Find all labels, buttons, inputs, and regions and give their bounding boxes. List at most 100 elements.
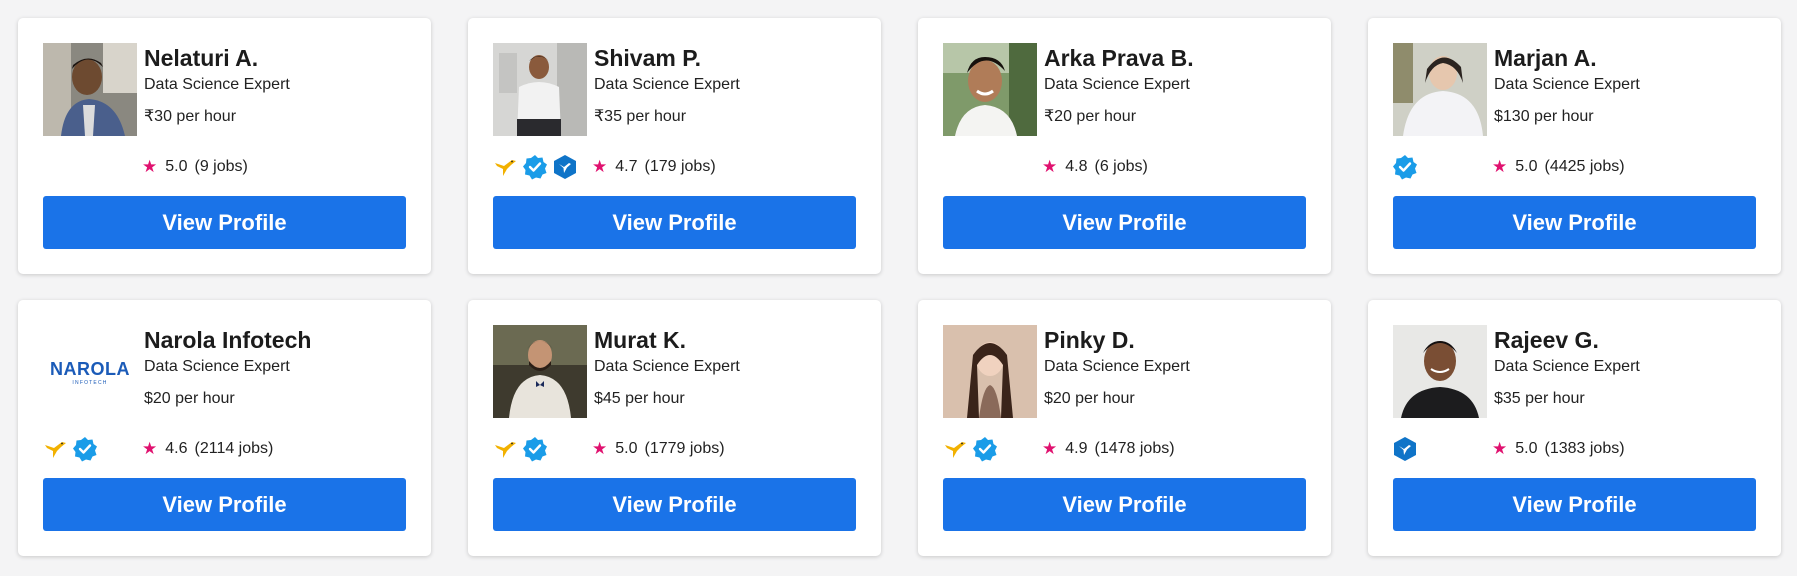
hummingbird-icon [492, 154, 518, 180]
hourly-rate: $35 per hour [1494, 390, 1585, 407]
preferred-shield-icon [552, 154, 578, 180]
avatar[interactable] [943, 325, 1037, 418]
freelancer-title: Data Science Expert [594, 76, 740, 93]
badge-row [1392, 154, 1418, 180]
freelancer-card: Arka Prava B. Data Science Expert ₹20 pe… [918, 18, 1331, 274]
company-logo[interactable]: NAROLA INFOTECH [43, 325, 137, 418]
hourly-rate: ₹35 per hour [594, 108, 687, 125]
view-profile-button[interactable]: View Profile [43, 478, 406, 531]
view-profile-button[interactable]: View Profile [493, 196, 856, 249]
view-profile-button[interactable]: View Profile [943, 196, 1306, 249]
job-count: (1779 jobs) [644, 440, 725, 457]
avatar[interactable] [1393, 43, 1487, 136]
star-icon: ★ [142, 439, 158, 458]
rating-value: 4.8 [1065, 158, 1088, 175]
rating: ★ 5.0 (4425 jobs) [1492, 156, 1625, 178]
card-info: Shivam P. Data Science Expert ₹35 per ho… [594, 43, 740, 127]
verified-icon [972, 436, 998, 462]
star-icon: ★ [592, 439, 608, 458]
logo-wordmark: NAROLA [50, 359, 130, 379]
freelancer-name[interactable]: Nelaturi A. [144, 43, 290, 73]
verified-icon [522, 436, 548, 462]
card-info: Nelaturi A. Data Science Expert ₹30 per … [144, 43, 290, 127]
hourly-rate: $130 per hour [1494, 108, 1594, 125]
hummingbird-icon [42, 436, 68, 462]
rating: ★ 4.8 (6 jobs) [1042, 156, 1148, 178]
job-count: (2114 jobs) [194, 440, 274, 457]
badge-row [942, 436, 998, 462]
freelancer-name[interactable]: Rajeev G. [1494, 325, 1640, 355]
badge-row [492, 436, 548, 462]
rating: ★ 4.9 (1478 jobs) [1042, 438, 1175, 460]
freelancer-title: Data Science Expert [144, 358, 290, 375]
rating: ★ 5.0 (1779 jobs) [592, 438, 725, 460]
freelancer-card: Nelaturi A. Data Science Expert ₹30 per … [18, 18, 431, 274]
freelancer-title: Data Science Expert [1044, 76, 1190, 93]
view-profile-button[interactable]: View Profile [943, 478, 1306, 531]
avatar[interactable] [493, 43, 587, 136]
card-info: Rajeev G. Data Science Expert $35 per ho… [1494, 325, 1640, 409]
rating-value: 4.7 [615, 158, 638, 175]
rating: ★ 4.7 (179 jobs) [592, 156, 716, 178]
hourly-rate: ₹20 per hour [1044, 108, 1137, 125]
badge-row [42, 436, 98, 462]
card-info: Narola Infotech Data Science Expert $20 … [144, 325, 311, 409]
hourly-rate: $45 per hour [594, 390, 685, 407]
view-profile-button[interactable]: View Profile [1393, 478, 1756, 531]
avatar[interactable] [943, 43, 1037, 136]
freelancer-name[interactable]: Arka Prava B. [1044, 43, 1194, 73]
view-profile-button[interactable]: View Profile [493, 478, 856, 531]
freelancer-card: NAROLA INFOTECH Narola Infotech Data Sci… [18, 300, 431, 556]
freelancer-title: Data Science Expert [1494, 76, 1640, 93]
view-profile-button[interactable]: View Profile [43, 196, 406, 249]
verified-icon [522, 154, 548, 180]
freelancer-title: Data Science Expert [594, 358, 740, 375]
card-info: Arka Prava B. Data Science Expert ₹20 pe… [1044, 43, 1194, 127]
freelancer-name[interactable]: Marjan A. [1494, 43, 1640, 73]
hourly-rate: ₹30 per hour [144, 108, 237, 125]
freelancer-name[interactable]: Pinky D. [1044, 325, 1190, 355]
freelancer-name[interactable]: Murat K. [594, 325, 740, 355]
star-icon: ★ [1492, 157, 1508, 176]
rating-value: 4.6 [165, 440, 188, 457]
job-count: (1383 jobs) [1544, 440, 1625, 457]
logo-subtext: INFOTECH [72, 380, 107, 386]
job-count: (179 jobs) [644, 158, 716, 175]
freelancer-name[interactable]: Narola Infotech [144, 325, 311, 355]
verified-icon [72, 436, 98, 462]
freelancer-card: Shivam P. Data Science Expert ₹35 per ho… [468, 18, 881, 274]
star-icon: ★ [592, 157, 608, 176]
freelancer-title: Data Science Expert [144, 76, 290, 93]
job-count: (6 jobs) [1094, 158, 1148, 175]
job-count: (9 jobs) [194, 158, 248, 175]
rating: ★ 4.6 (2114 jobs) [142, 438, 273, 460]
preferred-shield-icon [1392, 436, 1418, 462]
rating-value: 5.0 [165, 158, 188, 175]
avatar[interactable] [493, 325, 587, 418]
job-count: (1478 jobs) [1094, 440, 1175, 457]
card-info: Murat K. Data Science Expert $45 per hou… [594, 325, 740, 409]
view-profile-button[interactable]: View Profile [1393, 196, 1756, 249]
freelancer-title: Data Science Expert [1494, 358, 1640, 375]
verified-icon [1392, 154, 1418, 180]
avatar[interactable] [43, 43, 137, 136]
hummingbird-icon [942, 436, 968, 462]
hourly-rate: $20 per hour [144, 390, 235, 407]
freelancer-card: Rajeev G. Data Science Expert $35 per ho… [1368, 300, 1781, 556]
freelancer-card: Pinky D. Data Science Expert $20 per hou… [918, 300, 1331, 556]
rating-value: 5.0 [1515, 440, 1538, 457]
avatar[interactable] [1393, 325, 1487, 418]
card-info: Marjan A. Data Science Expert $130 per h… [1494, 43, 1640, 127]
rating: ★ 5.0 (1383 jobs) [1492, 438, 1625, 460]
card-info: Pinky D. Data Science Expert $20 per hou… [1044, 325, 1190, 409]
badge-row [1392, 436, 1418, 462]
star-icon: ★ [1042, 439, 1058, 458]
freelancer-name[interactable]: Shivam P. [594, 43, 740, 73]
rating-value: 4.9 [1065, 440, 1088, 457]
freelancer-grid: Nelaturi A. Data Science Expert ₹30 per … [18, 18, 1781, 556]
star-icon: ★ [1042, 157, 1058, 176]
star-icon: ★ [142, 157, 158, 176]
freelancer-card: Murat K. Data Science Expert $45 per hou… [468, 300, 881, 556]
hummingbird-icon [492, 436, 518, 462]
job-count: (4425 jobs) [1544, 158, 1625, 175]
